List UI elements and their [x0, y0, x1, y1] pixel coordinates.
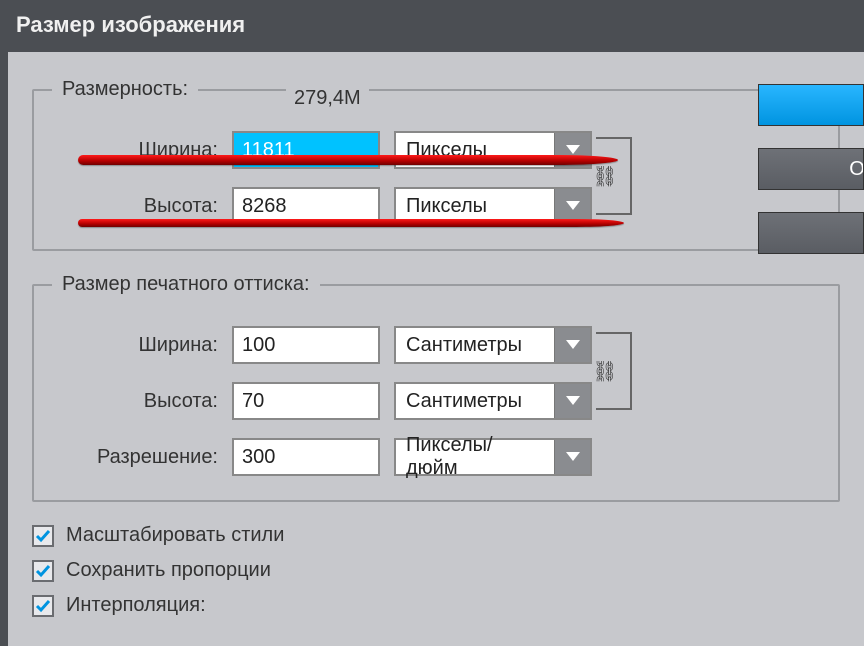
print-group: Размер печатного оттиска: Ширина: 100 Са…: [32, 273, 840, 502]
auto-button[interactable]: [758, 212, 864, 254]
check-keep-ratio-row: Сохранить пропорции: [32, 559, 840, 582]
check-keep-ratio[interactable]: [32, 560, 54, 582]
chevron-down-icon: [554, 384, 590, 418]
print-height-input[interactable]: 70: [232, 382, 380, 420]
resolution-unit-label: Пикселы/дюйм: [396, 434, 554, 480]
height-label: Высота:: [52, 195, 232, 218]
check-interpolation[interactable]: [32, 595, 54, 617]
chevron-down-icon: [554, 328, 590, 362]
resolution-unit-dropdown[interactable]: Пикселы/дюйм: [394, 438, 592, 476]
dialog-buttons: О: [758, 84, 864, 276]
check-interpolation-label: Интерполяция:: [66, 594, 206, 617]
print-width-input[interactable]: 100: [232, 326, 380, 364]
dimensions-size: 279,4M: [286, 87, 369, 110]
resolution-label: Разрешение:: [52, 446, 232, 469]
ok-button[interactable]: [758, 84, 864, 126]
cancel-button[interactable]: О: [758, 148, 864, 190]
resolution-input[interactable]: 300: [232, 438, 380, 476]
print-width-label: Ширина:: [52, 334, 232, 357]
check-interpolation-row: Интерполяция:: [32, 594, 840, 617]
link-icon[interactable]: ⛓: [592, 161, 618, 191]
dimensions-group: Размерность: 279,4M Ширина: 11811 Пиксел…: [32, 78, 840, 251]
annotation-redline: [78, 219, 624, 227]
chevron-down-icon: [554, 440, 590, 474]
print-width-unit-dropdown[interactable]: Сантиметры: [394, 326, 592, 364]
annotation-redline: [78, 155, 618, 165]
options-checks: Масштабировать стили Сохранить пропорции…: [32, 524, 840, 617]
print-width-unit-label: Сантиметры: [396, 334, 554, 357]
print-height-label: Высота:: [52, 390, 232, 413]
dimensions-legend: Размерность:: [52, 78, 198, 101]
print-height-unit-label: Сантиметры: [396, 390, 554, 413]
check-scale-styles-row: Масштабировать стили: [32, 524, 840, 547]
dialog-panel: Размерность: 279,4M Ширина: 11811 Пиксел…: [8, 52, 864, 646]
chevron-down-icon: [554, 189, 590, 223]
link-icon[interactable]: ⛓: [592, 356, 618, 386]
print-width-row: Ширина: 100 Сантиметры: [52, 326, 820, 364]
print-height-unit-dropdown[interactable]: Сантиметры: [394, 382, 592, 420]
resolution-row: Разрешение: 300 Пикселы/дюйм: [52, 438, 820, 476]
height-unit-label: Пикселы: [396, 195, 554, 218]
check-scale-styles-label: Масштабировать стили: [66, 524, 284, 547]
check-keep-ratio-label: Сохранить пропорции: [66, 559, 271, 582]
print-legend: Размер печатного оттиска:: [52, 273, 320, 296]
check-scale-styles[interactable]: [32, 525, 54, 547]
print-height-row: Высота: 70 Сантиметры: [52, 382, 820, 420]
dialog-title: Размер изображения: [0, 0, 864, 52]
